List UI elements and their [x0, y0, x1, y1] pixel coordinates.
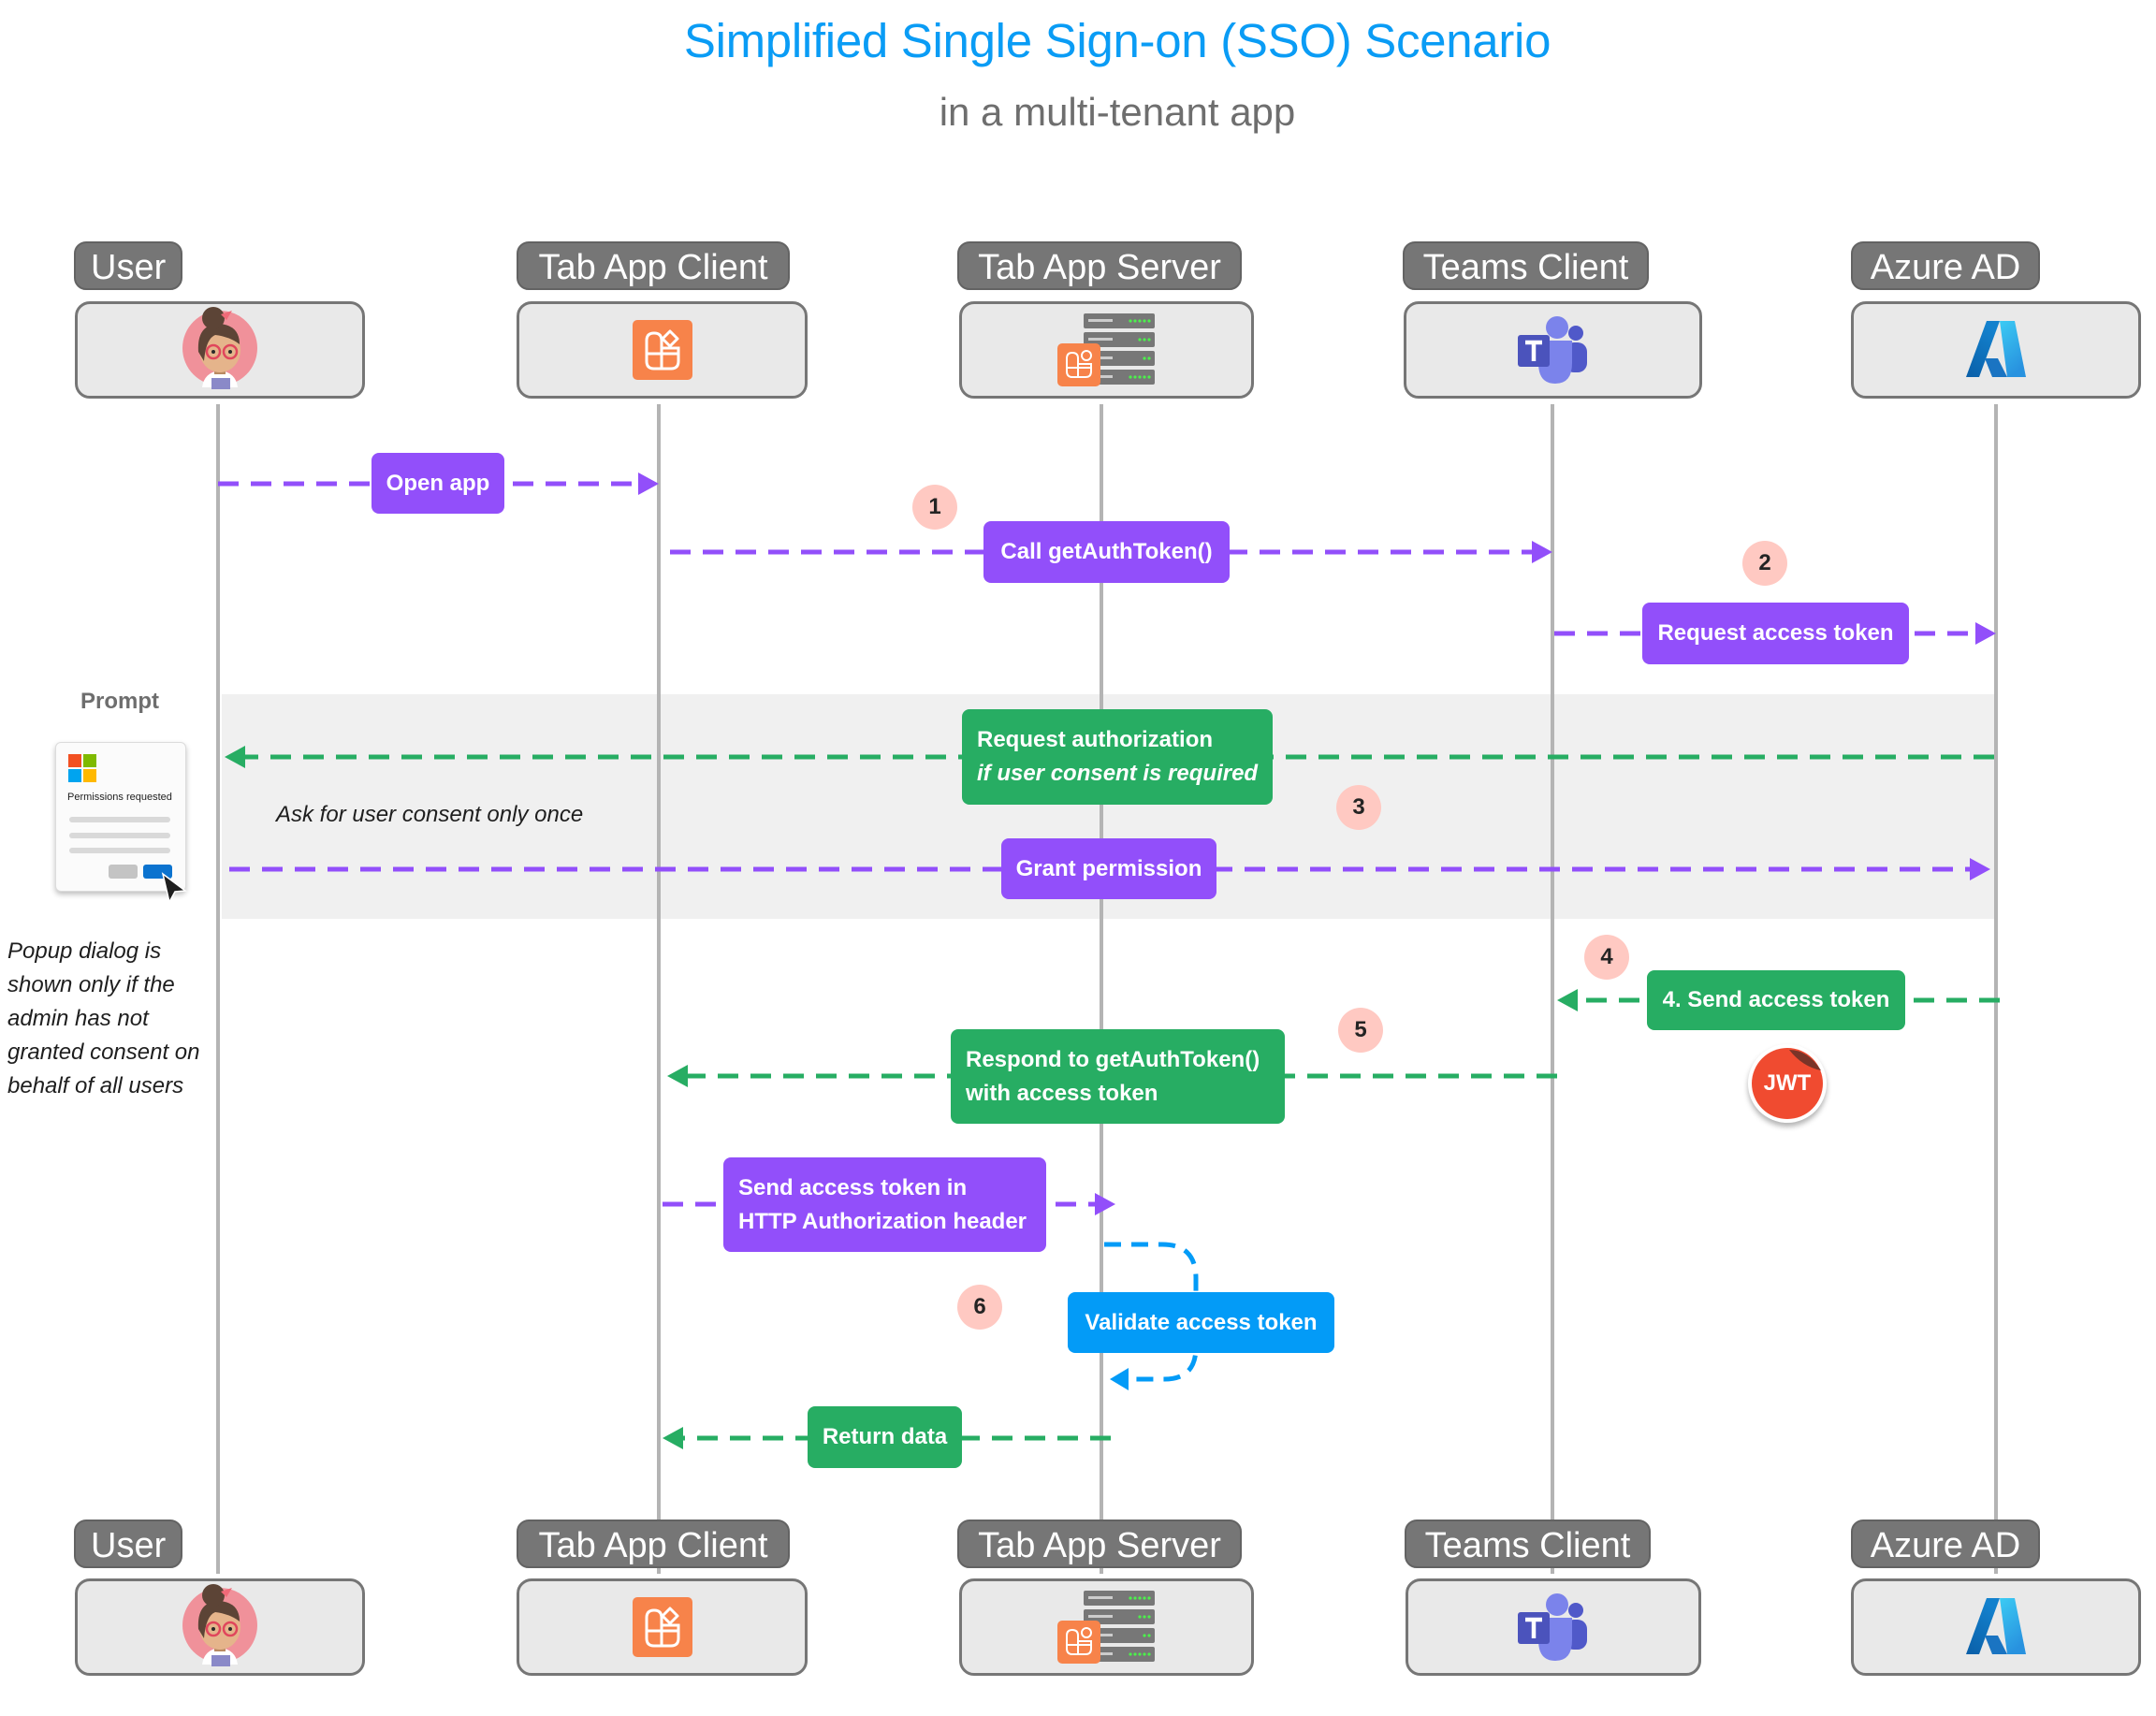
- dialog-cancel-button[interactable]: [109, 865, 138, 879]
- microsoft-logo-icon: [68, 754, 96, 782]
- message-request-authorization: Request authorization if user consent is…: [962, 709, 1273, 805]
- actor-label-user-bottom: User: [74, 1520, 182, 1568]
- app-grid-icon: [632, 320, 692, 380]
- actor-label-user: User: [74, 241, 182, 290]
- popup-note-line: behalf of all users: [7, 1073, 184, 1098]
- message-label: Call getAuthToken(): [1000, 539, 1213, 564]
- message-label: Open app: [386, 470, 490, 496]
- actor-label-azure: Azure AD: [1851, 241, 2040, 290]
- message-label: Request access token: [1657, 620, 1894, 646]
- user-avatar-icon: [182, 1584, 257, 1666]
- message-label: Validate access token: [1085, 1309, 1318, 1335]
- server-icon: [1056, 313, 1155, 386]
- message-sublabel: HTTP Authorization header: [738, 1208, 1027, 1234]
- actor-label-server-bottom: Tab App Server: [957, 1520, 1242, 1568]
- message-open-app: Open app: [371, 453, 504, 514]
- message-send-access-token: 4. Send access token: [1647, 970, 1905, 1030]
- message-sublabel: with access token: [966, 1080, 1158, 1106]
- actor-label-client: Tab App Client: [517, 241, 790, 290]
- message-send-token-http: Send access token in HTTP Authorization …: [723, 1157, 1046, 1252]
- permissions-dialog: Permissions requested: [55, 742, 188, 904]
- dialog-title: Permissions requested: [67, 792, 172, 803]
- popup-note-line: Popup dialog is: [7, 938, 162, 964]
- consent-note: Ask for user consent only once: [276, 802, 584, 827]
- message-label: 4. Send access token: [1662, 987, 1890, 1012]
- actor-label-teams: Teams Client: [1403, 241, 1649, 290]
- actor-box-azure: [1851, 301, 2141, 399]
- actor-label-teams-bottom: Teams Client: [1405, 1520, 1651, 1568]
- actor-box-client: [517, 301, 808, 399]
- step-badge-3: 3: [1336, 785, 1381, 830]
- message-request-access-token: Request access token: [1642, 603, 1909, 664]
- jwt-sticker: JWT: [1748, 1044, 1827, 1123]
- server-icon: [1056, 1591, 1155, 1664]
- user-avatar-icon: [182, 307, 257, 389]
- message-label: Send access token in: [738, 1174, 968, 1200]
- prompt-heading: Prompt: [80, 689, 159, 714]
- actor-box-teams: [1404, 301, 1702, 399]
- actor-label-azure-bottom: Azure AD: [1851, 1520, 2040, 1568]
- message-label: Request authorization: [977, 727, 1214, 752]
- actor-label-client-bottom: Tab App Client: [517, 1520, 790, 1568]
- step-badge-4: 4: [1584, 935, 1629, 980]
- message-grant-permission: Grant permission: [1001, 838, 1216, 899]
- jwt-peel-icon: [1789, 1050, 1821, 1070]
- step-badge-2: 2: [1742, 541, 1787, 586]
- actor-box-user-bottom: [75, 1578, 365, 1676]
- message-validate-access-token: Validate access token: [1068, 1292, 1334, 1353]
- message-call-get-auth-token: Call getAuthToken(): [983, 521, 1230, 583]
- teams-icon: [1518, 1593, 1587, 1661]
- dialog-placeholder-line: [69, 848, 170, 853]
- popup-note-line: admin has not: [7, 1006, 149, 1031]
- mouse-cursor-icon: [161, 872, 188, 904]
- dialog-placeholder-line: [69, 833, 170, 838]
- dialog-placeholder-line: [69, 817, 170, 822]
- step-badge-5: 5: [1338, 1008, 1383, 1053]
- teams-icon: [1517, 316, 1587, 384]
- step-badge-1: 1: [912, 485, 957, 530]
- actor-label-server: Tab App Server: [957, 241, 1242, 290]
- actor-box-user: [75, 301, 365, 399]
- popup-note-line: shown only if the: [7, 972, 175, 997]
- message-label: Respond to getAuthToken(): [966, 1046, 1260, 1072]
- actor-box-server: [959, 301, 1254, 399]
- azure-icon: [1966, 321, 2026, 377]
- actor-box-client-bottom: [517, 1578, 808, 1676]
- actor-box-server-bottom: [959, 1578, 1254, 1676]
- message-label: Return data: [822, 1424, 948, 1449]
- app-grid-icon: [632, 1597, 692, 1657]
- message-sublabel: if user consent is required: [977, 761, 1259, 786]
- message-respond-get-auth-token: Respond to getAuthToken() with access to…: [951, 1029, 1285, 1124]
- popup-note-line: granted consent on: [7, 1040, 200, 1065]
- popup-note: Popup dialog is shown only if the admin …: [7, 935, 200, 1103]
- step-badge-6: 6: [957, 1285, 1002, 1330]
- actor-box-azure-bottom: [1851, 1578, 2141, 1676]
- actor-box-teams-bottom: [1406, 1578, 1701, 1676]
- azure-icon: [1966, 1598, 2026, 1654]
- message-return-data: Return data: [808, 1406, 962, 1468]
- message-label: Grant permission: [1015, 855, 1202, 881]
